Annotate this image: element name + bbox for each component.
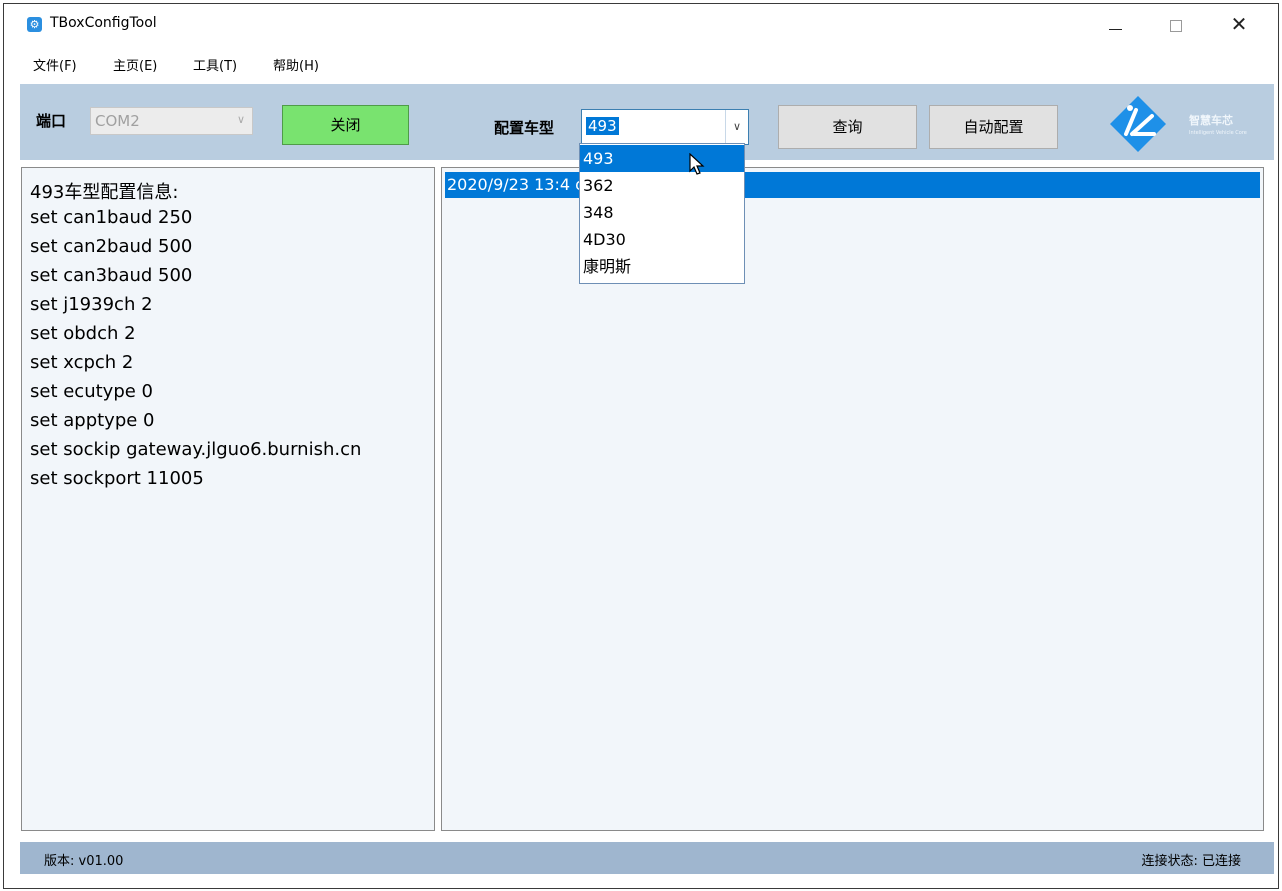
query-button[interactable]: 查询 [778,105,917,149]
model-label: 配置车型 [494,119,555,137]
config-line: set xcpch 2 [30,352,134,373]
config-line: set apptype 0 [30,410,155,431]
config-line: 493车型配置信息: [30,182,179,203]
config-line: set can3baud 500 [30,265,193,286]
port-select[interactable]: COM2 ∨ [90,107,253,135]
version-text: 版本: v01.00 [44,854,124,869]
menu-file[interactable]: 文件(F) [33,55,77,74]
logo-text: 智慧车芯 [1189,114,1233,127]
menu-help[interactable]: 帮助(H) [273,55,319,74]
menu-tools[interactable]: 工具(T) [193,55,237,74]
config-line: set sockport 11005 [30,468,204,489]
model-dropdown-list: 493 362 348 4D30 康明斯 [579,143,745,284]
mouse-cursor-icon [689,153,705,175]
close-window-button[interactable]: ✕ [1216,11,1262,39]
model-option-362[interactable]: 362 [580,172,744,199]
config-line: set ecutype 0 [30,381,153,402]
logo-subtext: Intelligent Vehicle Core [1189,130,1247,136]
log-panel[interactable]: 2020/9/23 13:4 oud::ServerInit Start [441,167,1264,831]
close-port-button[interactable]: 关闭 [282,105,409,145]
logo-icon [1110,96,1166,152]
model-value: 493 [586,117,619,135]
menu-home[interactable]: 主页(E) [113,55,157,74]
dropdown-arrow-icon[interactable]: ∨ [725,110,748,144]
model-option-348[interactable]: 348 [580,199,744,226]
config-line: set obdch 2 [30,323,136,344]
model-option-4d30[interactable]: 4D30 [580,226,744,253]
title-bar: ⚙ TBoxConfigTool ✕ [4,4,1278,44]
model-option-493[interactable]: 493 [580,145,744,172]
config-line: set j1939ch 2 [30,294,153,315]
window-title: TBoxConfigTool [50,15,157,31]
config-info-panel[interactable]: 493车型配置信息: set can1baud 250 set can2baud… [21,167,435,831]
chevron-down-icon: ∨ [236,113,245,126]
model-option-cummins[interactable]: 康明斯 [580,253,744,280]
minimize-button[interactable] [1092,11,1138,39]
port-value: COM2 [95,112,140,130]
maximize-icon [1170,20,1182,32]
minimize-icon [1109,29,1122,30]
menu-bar: 文件(F) 主页(E) 工具(T) 帮助(H) [4,46,1278,82]
maximize-button[interactable] [1152,11,1198,39]
port-label: 端口 [36,112,67,130]
config-line: set can2baud 500 [30,236,193,257]
config-line: set can1baud 250 [30,207,193,228]
log-entry[interactable]: 2020/9/23 13:4 oud::ServerInit Start [445,172,1260,198]
app-window: ⚙ TBoxConfigTool ✕ 文件(F) 主页(E) 工具(T) 帮助(… [3,3,1279,889]
app-icon: ⚙ [27,17,42,32]
config-line: set sockip gateway.jlguo6.burnish.cn [30,439,362,460]
model-select[interactable]: 493 ∨ [581,109,749,145]
status-bar: 版本: v01.00 连接状态: 已连接 [20,842,1274,874]
auto-config-button[interactable]: 自动配置 [929,105,1058,149]
connection-status: 连接状态: 已连接 [1141,854,1241,869]
